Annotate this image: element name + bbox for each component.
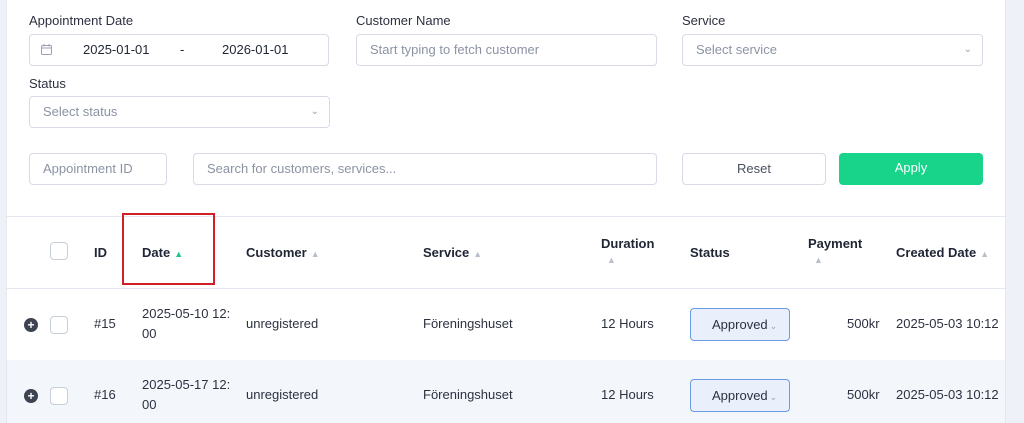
sort-icon[interactable]: ▲: [814, 255, 862, 265]
chevron-down-icon: ⌄: [769, 321, 778, 331]
row-duration: 12 Hours: [601, 387, 654, 402]
customer-name-label: Customer Name: [356, 13, 451, 28]
chevron-down-icon: ⌄: [963, 44, 972, 55]
select-all-checkbox[interactable]: [50, 242, 68, 260]
appointment-date-label: Appointment Date: [29, 13, 134, 28]
header-payment[interactable]: Payment ▲: [808, 236, 862, 265]
sort-icon[interactable]: ▲: [473, 249, 482, 259]
customer-name-input[interactable]: Start typing to fetch customer: [356, 34, 657, 66]
date-separator: -: [180, 42, 185, 57]
status-dropdown[interactable]: Approved ⌄: [690, 379, 790, 412]
service-label: Service: [682, 13, 726, 28]
date-to[interactable]: 2026-01-01: [222, 35, 289, 65]
row-duration: 12 Hours: [601, 316, 654, 331]
apply-button[interactable]: Apply: [839, 153, 983, 185]
service-select-value: Select service: [696, 42, 777, 57]
row-date-line2: 00: [142, 326, 157, 341]
row-date-line1: 2025-05-10 12:: [142, 306, 231, 321]
row-customer: unregistered: [246, 316, 319, 331]
chevron-down-icon: ⌄: [310, 106, 319, 117]
header-created-date[interactable]: Created Date ▲: [896, 245, 989, 260]
sort-icon[interactable]: ▲: [607, 255, 654, 265]
header-customer-label: Customer: [246, 245, 307, 260]
status-value: Approved: [712, 317, 768, 332]
date-from[interactable]: 2025-01-01: [83, 35, 150, 65]
sort-icon[interactable]: ▲︎: [311, 249, 320, 259]
highlight-box: [122, 213, 215, 285]
row-id: #16: [94, 387, 116, 402]
status-value: Approved: [712, 388, 768, 403]
row-created: 2025-05-03 10:12: [896, 316, 999, 331]
service-select[interactable]: Select service ⌄: [682, 34, 983, 66]
row-id: #15: [94, 316, 116, 331]
row-created: 2025-05-03 10:12: [896, 387, 999, 402]
row-date-line1: 2025-05-17 12:: [142, 377, 231, 392]
row-date-line2: 00: [142, 397, 157, 412]
status-dropdown[interactable]: Approved ⌄: [690, 308, 790, 341]
header-id: ID: [94, 245, 107, 260]
calendar-icon: [41, 35, 52, 65]
row-date: 2025-05-17 12: 00: [142, 375, 230, 415]
status-select[interactable]: Select status ⌄: [29, 96, 330, 128]
row-service: Föreningshuset: [423, 387, 513, 402]
header-status: Status: [690, 245, 730, 260]
row-payment: 500kr: [847, 316, 880, 331]
status-select-value: Select status: [43, 104, 118, 119]
row-service: Föreningshuset: [423, 316, 513, 331]
reset-button[interactable]: Reset: [682, 153, 826, 185]
header-duration[interactable]: Duration ▲: [601, 236, 654, 265]
header-service[interactable]: Service ▲: [423, 245, 482, 260]
appointment-id-input[interactable]: Appointment ID: [29, 153, 167, 185]
header-duration-label: Duration: [601, 236, 655, 251]
header-service-label: Service: [423, 245, 470, 260]
table-row[interactable]: + #15 2025-05-10 12: 00 unregistered För…: [7, 289, 1005, 360]
row-checkbox[interactable]: [50, 387, 68, 405]
search-input[interactable]: Search for customers, services...: [193, 153, 657, 185]
sort-icon[interactable]: ▲: [980, 249, 989, 259]
row-payment: 500kr: [847, 387, 880, 402]
header-payment-label: Payment: [808, 236, 863, 251]
row-customer: unregistered: [246, 387, 319, 402]
date-range-picker[interactable]: 2025-01-01 - 2026-01-01: [29, 34, 329, 66]
appointments-panel: Appointment Date 2025-01-01 - 2026-01-01…: [6, 0, 1006, 423]
status-label: Status: [29, 76, 66, 91]
row-date: 2025-05-10 12: 00: [142, 304, 230, 344]
chevron-down-icon: ⌄: [769, 392, 778, 402]
row-checkbox[interactable]: [50, 316, 68, 334]
table-row[interactable]: + #16 2025-05-17 12: 00 unregistered För…: [7, 360, 1005, 423]
header-customer[interactable]: Customer ▲︎: [246, 245, 320, 260]
plus-circle-icon[interactable]: +: [24, 389, 38, 403]
plus-circle-icon[interactable]: +: [24, 318, 38, 332]
header-created-label: Created Date: [896, 245, 977, 260]
